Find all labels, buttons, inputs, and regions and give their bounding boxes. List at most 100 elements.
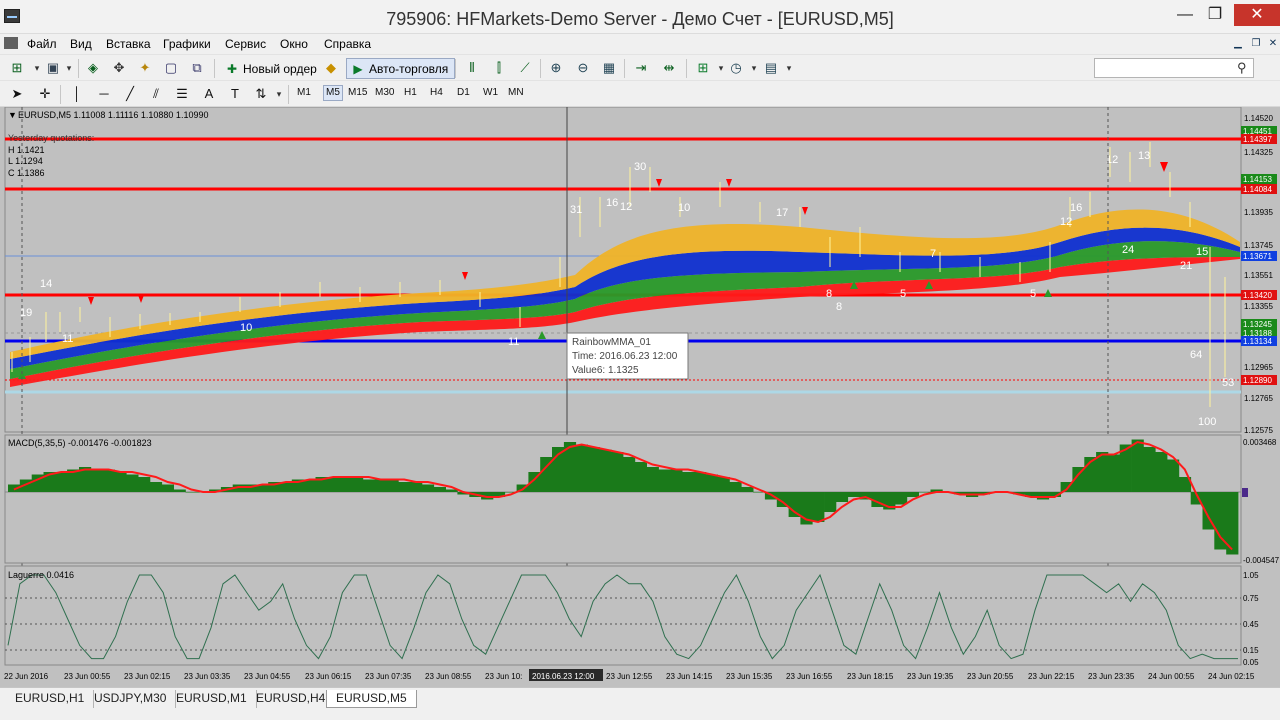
search-input[interactable]: [1094, 58, 1254, 78]
period-mn[interactable]: MN: [508, 87, 524, 98]
period-d1[interactable]: D1: [457, 87, 470, 98]
wave-label: 11: [508, 336, 519, 348]
price-tags: 1.144511.143971.141531.140841.136711.134…: [1241, 126, 1277, 385]
autotrading-button[interactable]: ▶ Авто-торговля: [346, 58, 456, 79]
price-scale-label: 1.14325: [1244, 148, 1273, 157]
dropdown-arrow-icon[interactable]: ▾: [60, 60, 78, 76]
macd-bar: [327, 477, 340, 492]
macd-bar: [161, 484, 174, 492]
chart-canvas[interactable]: 30 16 12 10 31 14 19 11 10 12 24 15 13 1…: [0, 107, 1280, 687]
macd-bar: [906, 492, 919, 497]
tab-eurusd-h1[interactable]: EURUSD,H1: [6, 690, 95, 708]
templates-icon[interactable]: ▤: [762, 60, 780, 76]
period-h1[interactable]: H1: [404, 87, 417, 98]
menu-charts[interactable]: Графики: [163, 37, 211, 51]
line-chart-icon[interactable]: ⟋: [516, 60, 534, 76]
wave-label: 5: [900, 288, 906, 300]
navigator-icon[interactable]: ✥: [110, 60, 128, 76]
macd-bar: [812, 492, 825, 522]
wave-label: 7: [930, 248, 936, 260]
menu-tools[interactable]: Сервис: [225, 37, 266, 51]
wave-label: 30: [634, 161, 646, 173]
close-button[interactable]: ✕: [1234, 4, 1280, 26]
price-scale-label: 1.12965: [1244, 363, 1273, 372]
dropdown-arrow-icon[interactable]: ▾: [270, 86, 288, 102]
data-window-icon[interactable]: ✦: [136, 60, 154, 76]
cursor-icon[interactable]: ➤: [8, 86, 26, 102]
menu-window[interactable]: Окно: [280, 37, 308, 51]
zoom-out-icon[interactable]: ⊖: [574, 60, 592, 76]
strategy-tester-icon[interactable]: ⧉: [188, 60, 206, 76]
laguerre-label: Laguerre 0.0416: [8, 570, 74, 580]
macd-bar: [351, 477, 364, 492]
scroll-end-icon[interactable]: ⇥: [632, 60, 650, 76]
menu-insert[interactable]: Вставка: [106, 37, 151, 51]
indicators-icon[interactable]: ⊞: [694, 60, 712, 76]
menu-view[interactable]: Вид: [70, 37, 92, 51]
menu-file[interactable]: Файл: [27, 37, 57, 51]
child-close-icon[interactable]: ✕: [1265, 37, 1280, 51]
tab-eurusd-m5[interactable]: EURUSD,M5: [326, 690, 417, 708]
price-scale-label: 1.12575: [1244, 426, 1273, 435]
period-w1[interactable]: W1: [483, 87, 498, 98]
time-axis-label: 23 Jun 10:: [485, 672, 522, 681]
tab-eurusd-h4[interactable]: EURUSD,H4: [247, 690, 336, 708]
period-m30[interactable]: M30: [375, 87, 394, 98]
time-axis-label: 24 Jun 02:15: [1208, 672, 1255, 681]
period-m15[interactable]: M15: [348, 87, 367, 98]
periods-icon[interactable]: ◷: [727, 60, 745, 76]
crosshair-icon[interactable]: ✛: [36, 86, 54, 102]
wave-label: 24: [1122, 244, 1134, 256]
trendline-icon[interactable]: ╱: [121, 86, 139, 102]
chart-window[interactable]: 30 16 12 10 31 14 19 11 10 12 24 15 13 1…: [0, 107, 1280, 687]
period-m1[interactable]: M1: [297, 87, 311, 98]
macd-bar: [55, 472, 68, 492]
dropdown-arrow-icon[interactable]: ▾: [745, 60, 763, 76]
macd-bar: [729, 482, 742, 492]
bar-chart-icon[interactable]: ⫴: [463, 60, 481, 76]
time-axis-label: 23 Jun 22:15: [1028, 672, 1075, 681]
zoom-in-icon[interactable]: ⊕: [547, 60, 565, 76]
time-axis-label: 22 Jun 2016: [4, 672, 49, 681]
new-order-button[interactable]: ✚ Новый ордер: [220, 58, 324, 79]
macd-bar: [102, 469, 115, 492]
macd-bar: [386, 479, 399, 492]
tab-usdjpy-m30[interactable]: USDJPY,M30: [85, 690, 177, 708]
metaeditor-icon[interactable]: ◆: [322, 60, 340, 76]
macd-bar: [185, 492, 198, 493]
terminal-icon[interactable]: ▢: [162, 60, 180, 76]
time-axis-label: 23 Jun 07:35: [365, 672, 412, 681]
price-scale-label: 1.13745: [1244, 241, 1273, 250]
minimize-button[interactable]: —: [1168, 4, 1202, 26]
menu-help[interactable]: Справка: [324, 37, 371, 51]
candlestick-icon[interactable]: ⫿: [490, 60, 508, 76]
channel-icon[interactable]: ⫽: [147, 86, 165, 102]
time-axis-label: 23 Jun 04:55: [244, 672, 291, 681]
period-m5[interactable]: M5: [323, 85, 343, 101]
tile-windows-icon[interactable]: ▦: [600, 60, 618, 76]
vertical-line-icon[interactable]: │: [68, 86, 86, 102]
period-h4[interactable]: H4: [430, 87, 443, 98]
maximize-button[interactable]: ❐: [1198, 4, 1232, 26]
arrows-icon[interactable]: ⇅: [252, 86, 270, 102]
new-chart-icon[interactable]: ⊞: [8, 60, 26, 76]
time-axis-label: 23 Jun 03:35: [184, 672, 231, 681]
horizontal-line-icon[interactable]: ─: [95, 86, 113, 102]
menu-bar: Файл Вид Вставка Графики Сервис Окно Спр…: [0, 34, 1280, 54]
laguerre-level: 0.45: [1243, 620, 1259, 629]
text-icon[interactable]: A: [200, 86, 218, 102]
text-label-icon[interactable]: T: [226, 86, 244, 102]
market-watch-icon[interactable]: ◈: [84, 60, 102, 76]
search-icon[interactable]: ⚲: [1237, 60, 1247, 76]
document-icon[interactable]: [4, 37, 18, 49]
macd-bar: [1143, 447, 1156, 492]
drawing-toolbar: ➤ ✛ │ ─ ╱ ⫽ ☰ A T ⇅ ▾ M1 M5 M15 M30 H1 H…: [0, 80, 1280, 107]
dropdown-arrow-icon[interactable]: ▾: [780, 60, 798, 76]
tab-eurusd-m1[interactable]: EURUSD,M1: [167, 690, 257, 708]
macd-bar: [611, 452, 624, 492]
price-tag: 1.14084: [1243, 185, 1272, 194]
fibonacci-icon[interactable]: ☰: [173, 86, 191, 102]
chart-shift-icon[interactable]: ⇹: [660, 60, 678, 76]
child-minimize-icon[interactable]: ▁: [1230, 37, 1246, 51]
child-restore-icon[interactable]: ❐: [1248, 37, 1264, 51]
